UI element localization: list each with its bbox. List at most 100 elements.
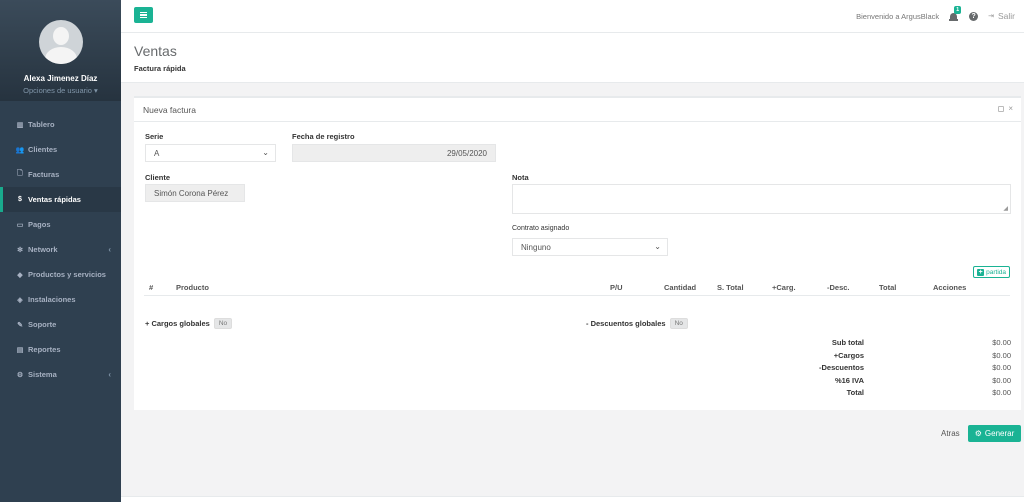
card-header: Nueva factura × (134, 98, 1021, 122)
descuentos-globales-toggle[interactable]: No (669, 318, 688, 329)
sidebar-item-ventas-rapidas[interactable]: $ Ventas rápidas (0, 187, 121, 212)
col-producto: Producto (176, 283, 209, 292)
logout-label: Salir (997, 11, 1015, 21)
breadcrumb: Factura rápida (134, 64, 186, 73)
sign-out-icon: ⇥ (988, 13, 994, 20)
totals-label: +Cargos (833, 350, 864, 360)
bell-icon[interactable]: 1 (949, 6, 962, 21)
sidebar-item-label: Tablero (28, 120, 55, 129)
close-icon[interactable]: × (1008, 105, 1013, 113)
user-name: Alexa Jimenez Díaz (23, 74, 98, 83)
totals-row: %16 IVA $0.00 (811, 376, 1011, 389)
top-navbar: Bienvenido a ArgusBlack 1 ? ⇥ Salir (121, 0, 1024, 33)
descuentos-globales-label: - Descuentos globales (586, 319, 666, 328)
gears-icon: ⚙ (974, 429, 982, 438)
totals-row: -Descuentos $0.00 (811, 363, 1011, 376)
welcome-text: Bienvenido a ArgusBlack (856, 11, 940, 21)
totals-row: +Cargos $0.00 (811, 351, 1011, 364)
descuentos-globales: - Descuentos globales No (586, 318, 688, 329)
serie-label: Serie (145, 132, 164, 141)
col-total: Total (879, 283, 897, 292)
chevron-left-icon: ‹ (108, 245, 111, 254)
resize-grip-icon[interactable]: ◢ (1003, 205, 1008, 212)
dashboard-icon: ▥ (16, 121, 24, 129)
wrench-icon: ✎ (17, 321, 23, 329)
sidebar-item-label: Pagos (28, 220, 51, 229)
sidebar-item-reportes[interactable]: ▤ Reportes (0, 337, 121, 362)
save-icon[interactable] (998, 106, 1005, 112)
col-subtotal: S. Total (717, 283, 744, 292)
page-heading: Ventas Factura rápida (121, 33, 1024, 83)
serie-select[interactable]: A ⌄ (145, 144, 276, 162)
sidebar-item-label: Sistema (28, 370, 57, 379)
sidebar-item-soporte[interactable]: ✎ Soporte (0, 312, 121, 337)
sidebar-item-label: Soporte (28, 320, 57, 329)
col-number: # (149, 283, 154, 292)
back-button[interactable]: Atras (936, 425, 965, 442)
card-title: Nueva factura (143, 104, 196, 115)
logout-link[interactable]: ⇥ Salir (988, 11, 1015, 21)
totals-label: -Descuentos (818, 363, 864, 372)
contrato-select[interactable]: Ninguno ⌄ (512, 238, 668, 256)
user-profile: Alexa Jimenez Díaz Opciones de usuario ▾ (0, 0, 121, 101)
file-icon: 🗋 (17, 170, 23, 177)
sidebar-item-label: Reportes (28, 345, 61, 354)
sidebar-item-pagos[interactable]: ▭ Pagos (0, 212, 121, 237)
items-table-header: # Producto P/U Cantidad S. Total +Carg. … (144, 278, 1010, 296)
totals-value: $0.00 (992, 350, 1011, 360)
dollar-icon: $ (18, 196, 22, 203)
totals-value: $0.00 (992, 388, 1011, 397)
cargos-globales-label: + Cargos globales (145, 319, 210, 328)
sidebar-item-label: Ventas rápidas (28, 195, 81, 204)
totals-label: Sub total (831, 338, 864, 347)
sidebar-item-label: Instalaciones (28, 295, 76, 304)
users-icon: 👥 (15, 146, 25, 154)
col-cantidad: Cantidad (664, 283, 697, 292)
generate-button[interactable]: ⚙ Generar (968, 425, 1021, 442)
cliente-value: Simón Corona Pérez (154, 188, 229, 198)
network-icon: ✻ (17, 246, 23, 254)
money-icon: ▭ (16, 221, 24, 229)
tag-icon: ◆ (17, 271, 23, 279)
invoice-card: Nueva factura × Serie A ⌄ Fecha de regis… (134, 96, 1021, 410)
nota-textarea[interactable]: ◢ (512, 184, 1011, 214)
add-partida-button[interactable]: + partida (973, 266, 1010, 278)
totals-value: $0.00 (992, 375, 1011, 385)
chevron-left-icon: ‹ (108, 370, 111, 379)
fecha-value: 29/05/2020 (446, 148, 487, 158)
sidebar-item-instalaciones[interactable]: ◈ Instalaciones (0, 287, 121, 312)
cliente-field[interactable]: Simón Corona Pérez (145, 184, 245, 202)
sidebar-item-clientes[interactable]: 👥 Clientes (0, 137, 121, 162)
user-options-dropdown[interactable]: Opciones de usuario ▾ (0, 86, 121, 95)
sidebar-item-label: Facturas (28, 170, 60, 179)
page-title: Ventas (134, 43, 177, 59)
sidebar-item-label: Productos y servicios (28, 270, 106, 279)
col-descuentos: -Desc. (827, 283, 850, 292)
sidebar-item-label: Clientes (28, 145, 58, 154)
book-icon: ▤ (16, 346, 24, 354)
totals-label: Total (846, 388, 864, 397)
menu-toggle-button[interactable] (134, 7, 153, 23)
sidebar-item-facturas[interactable]: 🗋 Facturas (0, 162, 121, 187)
totals-value: $0.00 (992, 338, 1011, 347)
totals-row: Sub total $0.00 (811, 338, 1011, 351)
help-icon[interactable]: ? (969, 11, 979, 21)
sidebar-item-productos[interactable]: ◆ Productos y servicios (0, 262, 121, 287)
col-cargos: +Carg. (772, 283, 796, 292)
sidebar-item-label: Network (28, 245, 58, 254)
gear-icon: ⚙ (16, 371, 24, 379)
cargos-globales: + Cargos globales No (145, 318, 233, 329)
sidebar-item-tablero[interactable]: ▥ Tablero (0, 112, 121, 137)
chevron-down-icon: ⌄ (654, 242, 661, 251)
fecha-label: Fecha de registro (292, 132, 355, 141)
sidebar-item-network[interactable]: ✻ Network ‹ (0, 237, 121, 262)
sidebar-item-sistema[interactable]: ⚙ Sistema ‹ (0, 362, 121, 387)
sidebar: Alexa Jimenez Díaz Opciones de usuario ▾… (0, 0, 121, 502)
fecha-field[interactable]: 29/05/2020 (292, 144, 496, 162)
avatar[interactable] (38, 20, 83, 64)
generate-label: Generar (984, 429, 1015, 438)
contrato-value: Ninguno (521, 242, 551, 252)
cargos-globales-toggle[interactable]: No (213, 318, 233, 329)
topbar-right: Bienvenido a ArgusBlack 1 ? ⇥ Salir (856, 6, 1015, 21)
totals-label: %16 IVA (834, 375, 864, 385)
